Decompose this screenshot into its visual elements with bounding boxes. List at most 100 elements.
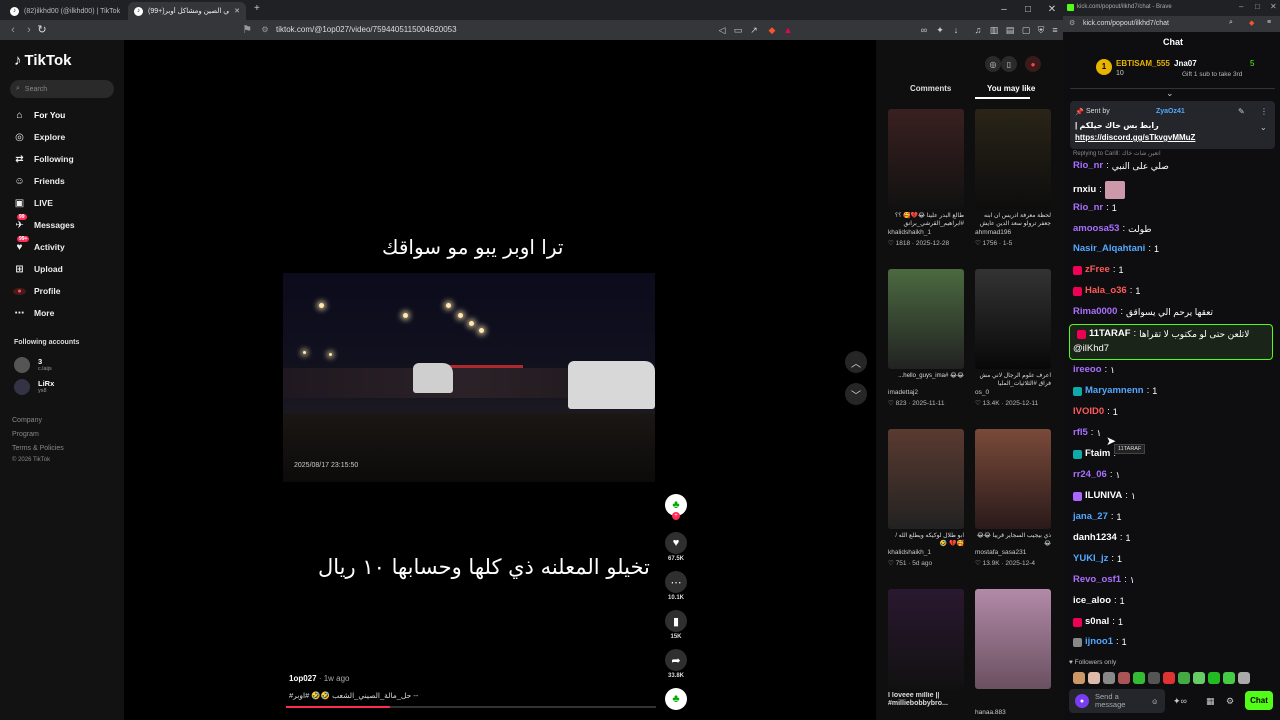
emote-icon[interactable] xyxy=(1163,672,1175,684)
site-info-icon[interactable]: ⚙ xyxy=(258,23,272,37)
extension-icon[interactable]: ∞ xyxy=(918,23,930,37)
store-icon[interactable]: ▦ xyxy=(1206,696,1215,707)
media-icon[interactable]: ♫ xyxy=(972,23,984,37)
nav-more[interactable]: ⋯ More xyxy=(13,305,55,321)
nav-profile[interactable]: ● Profile xyxy=(13,283,60,299)
emote-icon[interactable] xyxy=(1208,672,1220,684)
related-video-card[interactable]: 😂😂 #hello_guys_ima... imadettaj2 ♡ 823 · 2… xyxy=(888,269,964,407)
following-account[interactable]: LiRx yx8 xyxy=(14,377,54,397)
more-options-icon[interactable]: ⋮ xyxy=(1260,107,1268,116)
emote-icon[interactable] xyxy=(1088,672,1100,684)
zoom-icon[interactable]: ⌕ xyxy=(1229,19,1233,27)
emote-icon[interactable] xyxy=(1118,672,1130,684)
card-user[interactable]: mostafa_sasa231 xyxy=(975,549,1051,556)
chat-username[interactable]: IVOID0 xyxy=(1073,406,1104,418)
chat-username[interactable]: ILUNIVA xyxy=(1085,490,1122,502)
emote-icon[interactable] xyxy=(1103,672,1115,684)
card-user[interactable]: imadettaj2 xyxy=(888,389,964,396)
emote-icon[interactable] xyxy=(1238,672,1250,684)
back-icon[interactable]: ‹ xyxy=(6,23,20,37)
chat-username[interactable]: 11TARAF xyxy=(1089,328,1131,340)
video-progress-bar[interactable] xyxy=(286,706,656,708)
comment-button[interactable]: ⋯ 10.1K xyxy=(664,571,688,601)
new-tab-button[interactable]: + xyxy=(254,3,260,14)
tab-you-may-like[interactable]: You may like xyxy=(987,84,1035,93)
wallet-icon[interactable]: ▢ xyxy=(1020,23,1032,37)
nav-friends[interactable]: ☺ Friends xyxy=(13,173,64,189)
like-button[interactable]: ♥ 67.5K xyxy=(664,532,688,562)
brave-shield-icon[interactable]: ◆ xyxy=(1249,19,1254,27)
minimize-icon[interactable]: – xyxy=(1239,2,1243,11)
nav-upload[interactable]: ⊞ Upload xyxy=(13,261,63,277)
footer-terms-link[interactable]: Terms & Policies xyxy=(12,445,64,452)
close-window-icon[interactable]: ✕ xyxy=(1040,2,1064,18)
chat-username[interactable]: Hala_o36 xyxy=(1085,285,1127,297)
leader-1-name[interactable]: EBTISAM_555 xyxy=(1116,59,1170,68)
mute-icon[interactable]: ◁ xyxy=(716,23,728,37)
url-field[interactable]: tiktok.com/@1op027/video/759440511500462… xyxy=(276,23,457,37)
emote-icon[interactable] xyxy=(1133,672,1145,684)
microphone-icon[interactable]: ● xyxy=(1075,694,1089,708)
card-user[interactable]: khalidshaikh_1 xyxy=(888,549,964,556)
chat-username[interactable]: danh1234 xyxy=(1073,532,1117,544)
related-video-card[interactable]: ابو طلال لوكيكه ويطلع الله / 🥰💔 🤣 khalids… xyxy=(888,429,964,567)
bookmark-icon[interactable]: ⚑ xyxy=(240,23,254,37)
chat-username[interactable]: rfl5 xyxy=(1073,427,1088,439)
nav-live[interactable]: ▣ LIVE xyxy=(13,195,53,211)
footer-company-link[interactable]: Company xyxy=(12,417,42,424)
chat-username[interactable]: ijnoo1 xyxy=(1085,636,1113,648)
tab-comments[interactable]: Comments xyxy=(910,84,951,93)
chat-username[interactable]: rr24_06 xyxy=(1073,469,1107,481)
chat-username[interactable]: ireeoo xyxy=(1073,364,1102,376)
emoji-icon[interactable]: ☺ xyxy=(1151,697,1159,706)
card-user[interactable]: khalidshaikh_1 xyxy=(888,229,964,236)
menu-icon[interactable]: ≡ xyxy=(1267,19,1271,26)
save-button[interactable]: ▮ 15K xyxy=(664,610,688,640)
footer-program-link[interactable]: Program xyxy=(12,431,39,438)
follow-plus-icon[interactable]: + xyxy=(672,512,680,520)
related-video-card[interactable]: I loveee millie || #milliebobbybro... xyxy=(888,589,964,711)
chat-username[interactable]: Ftaim xyxy=(1085,448,1110,460)
card-user[interactable]: ahmmad196 xyxy=(975,229,1051,236)
url-field[interactable]: kick.com/popout/ilkhd7/chat xyxy=(1083,20,1169,27)
extensions-icon[interactable]: ✦∞ xyxy=(1173,696,1187,707)
card-user[interactable]: os_0 xyxy=(975,389,1051,396)
chat-username[interactable]: s0nal xyxy=(1085,616,1109,628)
share-button[interactable]: ➦ 33.8K xyxy=(664,649,688,679)
chat-username[interactable]: Maryamnenn xyxy=(1085,385,1144,397)
related-video-card[interactable]: ذي بيجيب السجاير قريبا 😂😂😂 mostafa_sasa23… xyxy=(975,429,1051,567)
chevron-down-icon[interactable]: ⌄ xyxy=(1260,123,1267,132)
maximize-icon[interactable]: □ xyxy=(1255,2,1260,11)
creator-avatar[interactable]: ♣ + xyxy=(664,494,688,520)
share-icon[interactable]: ↗ xyxy=(748,23,760,37)
site-info-icon[interactable]: ⚙ xyxy=(1069,19,1075,27)
chat-username[interactable]: zFree xyxy=(1085,264,1110,276)
tab-profile[interactable]: ♪ (82)ilkhd00 (@ilkhd00) | TikTok xyxy=(4,2,128,20)
sound-disc[interactable]: ♣ xyxy=(664,688,688,710)
video-frame[interactable] xyxy=(283,273,655,482)
emote-icon[interactable] xyxy=(1148,672,1160,684)
emote-icon[interactable] xyxy=(1193,672,1205,684)
settings-icon[interactable]: ⚙ xyxy=(1226,696,1234,707)
send-chat-button[interactable]: Chat xyxy=(1245,691,1273,710)
maximize-icon[interactable]: □ xyxy=(1016,2,1040,18)
nav-for-you[interactable]: ⌂ For You xyxy=(13,107,65,123)
pinned-link[interactable]: https://discord.gg/sTkvgvMMuZ xyxy=(1075,133,1195,142)
chat-username[interactable]: jana_27 xyxy=(1073,511,1108,523)
leader-2-name[interactable]: Jna07 xyxy=(1174,59,1197,68)
brave-shield-icon[interactable]: ◆ xyxy=(766,23,778,37)
next-video-button[interactable]: ﹀ xyxy=(845,383,867,405)
reload-icon[interactable]: ↻ xyxy=(35,23,49,37)
menu-icon[interactable]: ≡ xyxy=(1049,23,1061,37)
phone-icon[interactable]: ▯ xyxy=(1001,56,1017,72)
tab-video[interactable]: ♪ (99+)الناس في الصين ومشاكل أوبر | TikT… xyxy=(128,2,246,20)
puzzle-icon[interactable]: ✦ xyxy=(934,23,946,37)
download-icon[interactable]: ↓ xyxy=(950,23,962,37)
chat-username[interactable]: YUKI_jz xyxy=(1073,553,1108,565)
chat-username[interactable]: amoosa53 xyxy=(1073,223,1119,235)
close-tab-icon[interactable]: ✕ xyxy=(234,7,240,15)
nav-activity[interactable]: ♥ 99+ Activity xyxy=(13,235,65,255)
emote-icon[interactable] xyxy=(1073,672,1085,684)
forward-icon[interactable]: › xyxy=(22,23,36,37)
related-video-card[interactable]: اعرف علوم الرجال لاني مش فراق #الثلاثيات… xyxy=(975,269,1051,407)
